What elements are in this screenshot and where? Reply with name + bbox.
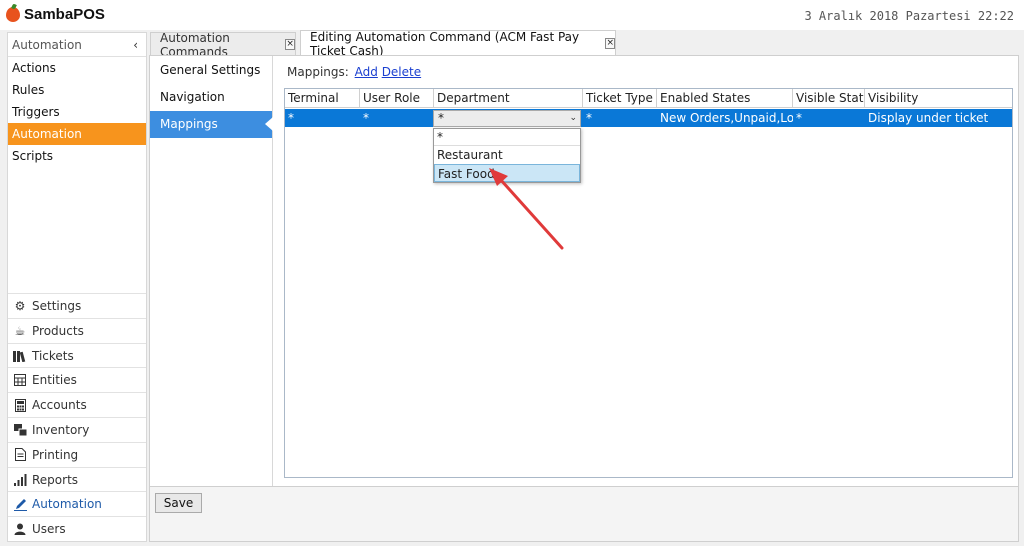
cell-visibility[interactable]: Display under ticket [865, 109, 1012, 127]
close-icon[interactable]: × [605, 38, 615, 49]
module-label: Settings [32, 298, 82, 313]
department-combobox[interactable]: * ⌄ [433, 110, 581, 127]
module-label: Automation [32, 497, 102, 512]
module-label: Tickets [32, 348, 74, 363]
pen-icon [13, 497, 27, 511]
gear-icon: ⚙ [14, 298, 26, 313]
bottom-action-bar: Save [150, 486, 1018, 541]
module-products[interactable]: ☕ Products [8, 317, 146, 343]
close-icon[interactable]: × [285, 39, 295, 50]
document-icon [13, 448, 27, 462]
chevron-down-icon[interactable]: ⌄ [569, 111, 577, 126]
mappings-label: Mappings: [287, 65, 349, 79]
table-icon [13, 373, 27, 387]
date-time-display: 3 Aralık 2018 Pazartesi 22:22 [804, 9, 1014, 23]
column-header-user-role[interactable]: User Role [360, 89, 434, 108]
module-label: Accounts [32, 398, 87, 413]
cell-ticket-type[interactable]: * [583, 109, 657, 127]
boxes-icon [13, 423, 27, 437]
module-settings[interactable]: ⚙ Settings [8, 293, 146, 318]
department-dropdown-list: * Restaurant Fast Food [433, 128, 581, 183]
department-selected-value: * [438, 111, 444, 125]
delete-link[interactable]: Delete [382, 65, 421, 79]
module-printing[interactable]: Printing [8, 441, 146, 467]
column-header-ticket-type[interactable]: Ticket Type [583, 89, 657, 108]
books-icon [13, 349, 27, 363]
cell-visible-states[interactable]: * [793, 109, 865, 127]
module-label: Reports [32, 472, 79, 487]
module-reports[interactable]: Reports [8, 466, 146, 492]
module-list: ⚙ Settings ☕ Products Tickets Entities A… [8, 293, 146, 541]
sidebar-item-triggers[interactable]: Triggers [8, 101, 146, 123]
module-accounts[interactable]: Accounts [8, 392, 146, 417]
column-header-enabled-states[interactable]: Enabled States [657, 89, 793, 108]
mappings-grid: Terminal User Role Department Ticket Typ… [284, 88, 1013, 478]
module-label: Inventory [32, 422, 90, 437]
column-header-visible-states[interactable]: Visible States [793, 89, 865, 108]
grid-header: Terminal User Role Department Ticket Typ… [285, 89, 1012, 108]
nav-section-title: Automation [12, 37, 82, 52]
section-navigation-settings[interactable]: Navigation Settings [150, 84, 272, 131]
sidebar-item-rules[interactable]: Rules [8, 79, 146, 101]
module-label: Users [32, 522, 66, 537]
left-navigation-pane: Automation ‹ Actions Rules Triggers Auto… [7, 32, 147, 542]
column-header-visibility[interactable]: Visibility [865, 89, 1012, 108]
chevron-left-icon[interactable]: ‹ [133, 38, 138, 52]
nav-section-header[interactable]: Automation ‹ [8, 33, 146, 57]
cell-terminal[interactable]: * [285, 109, 360, 127]
column-header-department[interactable]: Department [434, 89, 583, 108]
module-users[interactable]: Users [8, 516, 146, 541]
sidebar-item-actions[interactable]: Actions [8, 57, 146, 79]
module-label: Products [32, 323, 84, 338]
section-general-settings[interactable]: General Settings [150, 57, 272, 84]
tab-automation-commands[interactable]: Automation Commands × [150, 31, 296, 59]
tab-label: Editing Automation Command (ACM Fast Pay… [310, 29, 580, 58]
bar-chart-icon [13, 473, 27, 487]
cell-enabled-states[interactable]: New Orders,Unpaid,Locked [657, 109, 793, 127]
module-tickets[interactable]: Tickets [8, 342, 146, 368]
mappings-toolbar: Mappings: Add Delete [287, 65, 421, 79]
module-inventory[interactable]: Inventory [8, 417, 146, 442]
user-icon [13, 522, 27, 536]
module-entities[interactable]: Entities [8, 367, 146, 392]
module-label: Printing [32, 447, 79, 462]
title-bar: SambaPOS 3 Aralık 2018 Pazartesi 22:22 [0, 0, 1024, 30]
editor-section-nav: General Settings Navigation Settings Map… [150, 56, 273, 486]
table-row[interactable]: * * * New Orders,Unpaid,Locked * Display… [285, 109, 1012, 127]
module-automation[interactable]: Automation [8, 491, 146, 516]
tab-editing-automation-command[interactable]: Editing Automation Command (ACM Fast Pay… [300, 29, 616, 58]
app-logo: SambaPOS [6, 6, 105, 23]
sidebar-item-automation-commands[interactable]: Automation Commands [8, 123, 146, 163]
app-title: SambaPOS [24, 6, 105, 23]
column-header-terminal[interactable]: Terminal [285, 89, 360, 108]
dropdown-option-restaurant[interactable]: Restaurant [434, 146, 580, 164]
dropdown-option-fast-food[interactable]: Fast Food [434, 164, 580, 182]
editor-panel: General Settings Navigation Settings Map… [149, 55, 1019, 542]
add-link[interactable]: Add [355, 65, 378, 79]
document-tabs: Automation Commands × Editing Automation… [150, 29, 1024, 59]
logo-icon [6, 7, 20, 22]
save-button[interactable]: Save [155, 493, 202, 513]
coffee-icon: ☕ [14, 323, 26, 338]
cell-user-role[interactable]: * [360, 109, 434, 127]
section-mappings[interactable]: Mappings [150, 111, 273, 138]
calculator-icon [13, 398, 27, 412]
dropdown-option-any[interactable]: * [434, 129, 580, 146]
module-label: Entities [32, 373, 77, 388]
